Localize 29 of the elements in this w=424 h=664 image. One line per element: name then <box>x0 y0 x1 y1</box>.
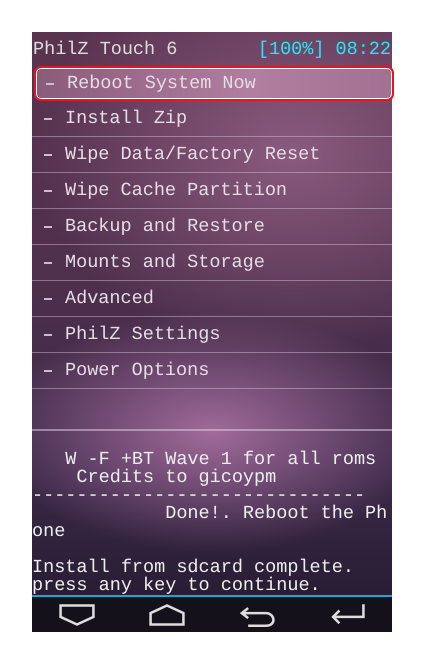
menu-item[interactable]: Backup and Restore <box>32 209 392 245</box>
menu-item[interactable]: Install Zip <box>32 101 392 137</box>
dash-icon <box>44 298 52 300</box>
menu-item[interactable]: Advanced <box>32 281 392 317</box>
log-line: press any key to continue. <box>32 577 321 595</box>
dash-icon <box>44 190 52 192</box>
log-line: Credits to gicoypm <box>75 469 278 487</box>
menu-item[interactable]: PhilZ Settings <box>32 317 392 353</box>
log-line: ------------------------------ <box>32 487 366 505</box>
menu-item[interactable]: Mounts and Storage <box>32 245 392 281</box>
log-line: one <box>32 523 66 541</box>
clock-time: 08:22 <box>335 38 391 60</box>
log-line: W -F +BT Wave 1 for all roms <box>64 451 378 469</box>
dash-icon <box>44 334 52 336</box>
menu-item[interactable]: Wipe Cache Partition <box>32 173 392 209</box>
dash-icon <box>46 82 54 84</box>
menu-item[interactable]: Power Options <box>32 353 392 389</box>
dash-icon <box>44 370 52 372</box>
recent-apps-icon[interactable] <box>58 602 96 626</box>
dash-icon <box>44 154 52 156</box>
dash-icon <box>44 226 52 228</box>
dash-icon <box>44 262 52 264</box>
app-title: PhilZ Touch 6 <box>33 38 178 60</box>
battery-level: [100%] <box>258 38 324 60</box>
log-line: Install from sdcard complete. <box>32 559 355 577</box>
log-line: Done!. Reboot the Ph <box>164 505 388 523</box>
dash-icon <box>44 118 52 120</box>
menu-item[interactable]: Wipe Data/Factory Reset <box>32 137 392 173</box>
home-icon[interactable] <box>148 602 186 626</box>
